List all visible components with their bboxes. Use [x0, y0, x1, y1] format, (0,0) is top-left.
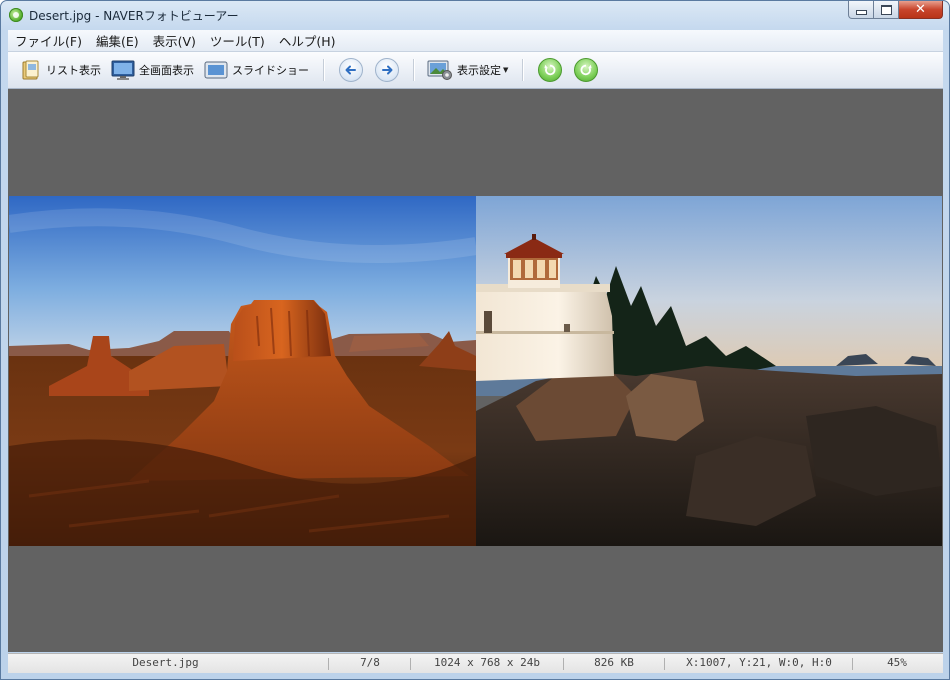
status-filesize: 826 KB — [594, 656, 634, 669]
status-zoom: 45% — [887, 656, 907, 669]
menu-file[interactable]: ファイル(F) — [8, 31, 89, 50]
monitor-icon — [111, 60, 135, 80]
status-divider — [664, 658, 665, 670]
menu-help[interactable]: ヘルプ(H) — [272, 31, 343, 50]
rotate-right-button[interactable] — [574, 58, 599, 82]
status-divider — [852, 658, 853, 670]
lighthouse-coast-image — [476, 196, 942, 546]
close-button[interactable]: ✕ — [899, 1, 943, 19]
next-button[interactable] — [375, 58, 399, 82]
slideshow-button[interactable]: スライドショー — [200, 56, 313, 84]
toolbar-separator — [522, 59, 525, 81]
rotate-left-icon — [544, 64, 556, 76]
menu-bar: ファイル(F) 編集(E) 表示(V) ツール(T) ヘルプ(H) — [8, 30, 943, 52]
status-divider — [410, 658, 411, 670]
list-view-icon — [22, 60, 39, 80]
title-bar[interactable]: Desert.jpg - NAVERフォトビューアー ✕ — [1, 1, 949, 29]
minimize-button[interactable] — [848, 1, 874, 19]
maximize-icon — [880, 4, 892, 15]
slideshow-icon — [204, 61, 228, 79]
status-filename: Desert.jpg — [132, 656, 199, 669]
window-title: Desert.jpg - NAVERフォトビューアー — [29, 9, 239, 23]
list-view-label: リスト表示 — [46, 64, 101, 77]
menu-edit[interactable]: 編集(E) — [89, 31, 146, 50]
status-divider — [328, 658, 329, 670]
rotate-right-icon — [580, 64, 592, 76]
menu-tools[interactable]: ツール(T) — [203, 31, 272, 50]
slideshow-label: スライドショー — [232, 64, 309, 77]
previous-button[interactable] — [339, 58, 363, 82]
menu-view[interactable]: 表示(V) — [146, 31, 203, 50]
lighthouse-photo[interactable] — [476, 196, 942, 546]
toolbar-separator — [413, 59, 415, 81]
display-settings-button[interactable]: 表示設定 ▼ — [423, 56, 512, 84]
toolbar: リスト表示 全画面表示 スライドショー 表示設定 ▼ — [8, 52, 943, 89]
rotate-left-button[interactable] — [538, 58, 563, 82]
desert-photo[interactable] — [9, 196, 476, 546]
maximize-button[interactable] — [874, 1, 899, 19]
status-cursor: X:1007, Y:21, W:0, H:0 — [686, 656, 832, 669]
status-bar: Desert.jpg 7/8 1024 x 768 x 24b 826 KB X… — [8, 653, 943, 673]
image-viewer[interactable] — [8, 89, 943, 652]
desert-mesa-image — [9, 196, 476, 546]
window-controls: ✕ — [848, 1, 943, 21]
close-icon: ✕ — [915, 2, 926, 17]
app-window: Desert.jpg - NAVERフォトビューアー ✕ ファイル(F) 編集(… — [0, 0, 950, 680]
chevron-down-icon: ▼ — [503, 66, 509, 74]
arrow-right-icon — [382, 65, 393, 75]
status-divider — [563, 658, 564, 670]
minimize-icon — [855, 10, 867, 15]
status-position: 7/8 — [360, 656, 380, 669]
fullscreen-button[interactable]: 全画面表示 — [107, 56, 198, 84]
toolbar-separator — [323, 59, 325, 81]
display-settings-label: 表示設定 — [457, 64, 501, 77]
app-logo-icon — [9, 8, 23, 22]
display-settings-icon — [427, 60, 452, 80]
arrow-left-icon — [345, 65, 356, 75]
status-dimensions: 1024 x 768 x 24b — [434, 656, 540, 669]
fullscreen-label: 全画面表示 — [139, 64, 194, 77]
list-view-button[interactable]: リスト表示 — [16, 56, 105, 84]
